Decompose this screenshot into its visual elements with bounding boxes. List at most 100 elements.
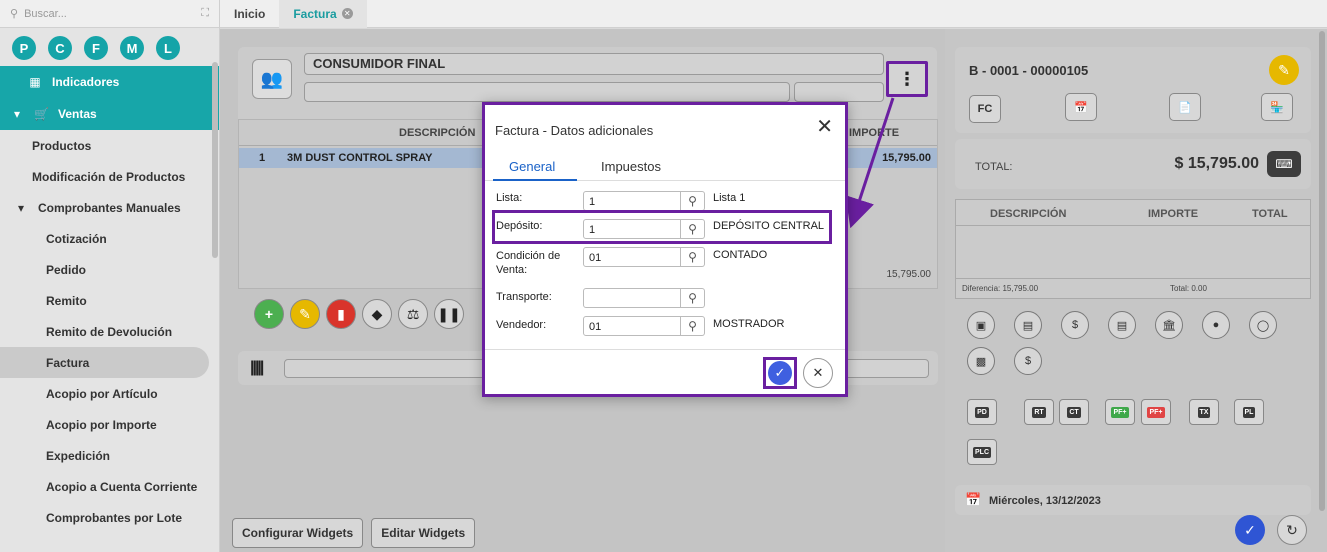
right-scrollbar[interactable] [1319,31,1325,511]
sidebar-item-label: Cotización [46,231,107,246]
close-tab-icon[interactable]: ✕ [341,8,353,19]
deposito-search-button[interactable]: ⚲ [681,219,705,239]
refresh-button[interactable]: ↻ [1277,515,1307,545]
document-button[interactable]: 📄 [1169,93,1201,121]
doc-pd-button[interactable]: PD [967,399,997,425]
doc-plc-button[interactable]: PLC [967,439,997,465]
customer-extra-field[interactable] [794,82,884,102]
sidebar-item-comprobantes-lote[interactable]: Comprobantes por Lote [0,502,219,533]
doc-pf-green-button[interactable]: PF+ [1105,399,1135,425]
vendedor-search-button[interactable]: ⚲ [681,316,705,336]
pay-coins-button[interactable]: ● [1202,311,1230,339]
condicion-venta-description: CONTADO [713,249,768,261]
more-vertical-icon: ⋮ [898,68,916,89]
sidebar-search[interactable]: ⚲ Buscar... ⛶ [0,0,219,28]
pay-cash-button[interactable]: ▣ [967,311,995,339]
tab-inicio[interactable]: Inicio [220,0,279,28]
active-tab-indicator [493,179,577,181]
accept-button[interactable]: ✓ [763,357,797,389]
invoice-date: 📅 Miércoles, 13/12/2023 [955,485,1311,515]
shortcut-p[interactable]: P [12,36,36,60]
tag-button[interactable]: ◆ [362,299,392,329]
cart-icon: 🛒 [34,107,49,121]
condicion-venta-search-button[interactable]: ⚲ [681,247,705,267]
pay-bank-button[interactable]: 🏛 [1155,311,1183,339]
doc-ct-button[interactable]: CT [1059,399,1089,425]
invoice-type-button[interactable]: FC [969,95,1001,123]
sidebar-item-remito[interactable]: Remito [0,285,219,316]
tab-impuestos[interactable]: Impuestos [601,159,661,174]
confirm-invoice-button[interactable]: ✓ [1235,515,1265,545]
trash-icon: ▮ [337,305,345,322]
sidebar-item-expedicion[interactable]: Expedición [0,440,219,471]
lista-description: Lista 1 [713,192,746,204]
search-input[interactable]: Buscar... [24,8,201,20]
sidebar-item-indicadores[interactable]: ▦ Indicadores [0,66,219,98]
doc-ct-icon: CT [1067,406,1081,418]
edit-widgets-button[interactable]: Editar Widgets [371,518,476,548]
doc-tx-button[interactable]: TX [1189,399,1219,425]
doc-pf-red-button[interactable]: PF+ [1141,399,1171,425]
doc-rt-button[interactable]: RT [1024,399,1054,425]
delete-item-button[interactable]: ▮ [326,299,356,329]
calendar-icon: 📅 [1074,101,1088,114]
item-actions: + ✎ ▮ ◆ ⚖ ❚❚ [254,299,464,329]
scale-button[interactable]: ⚖ [398,299,428,329]
doc-pl-button[interactable]: PL [1234,399,1264,425]
lista-input[interactable]: 1 [583,191,681,211]
expand-icon[interactable]: ⛶ [201,7,209,20]
pay-check-button[interactable]: ▤ [1108,311,1136,339]
check-icon: ✓ [768,361,792,385]
sidebar-scrollbar[interactable] [212,62,218,258]
tab-general[interactable]: General [509,159,555,174]
sidebar-item-acopio-articulo[interactable]: Acopio por Artículo [0,378,219,409]
sidebar-item-label: Modificación de Productos [32,169,186,184]
transporte-input[interactable] [583,288,681,308]
calendar-button[interactable]: 📅 [1065,93,1097,121]
sidebar-item-pedido[interactable]: Pedido [0,254,219,285]
edit-invoice-button[interactable]: ✎ [1269,55,1299,85]
grid-total: 15,795.00 [886,269,932,280]
pay-card-button[interactable]: ▤ [1014,311,1042,339]
sidebar-item-label: Acopio por Artículo [46,386,158,401]
more-options-button[interactable]: ⋮ [886,61,928,97]
sidebar-item-comprobantes-manuales[interactable]: ▾ Comprobantes Manuales [0,192,219,223]
sidebar-item-remito-devolucion[interactable]: Remito de Devolución [0,316,219,347]
configure-widgets-button[interactable]: Configurar Widgets [232,518,364,548]
lista-search-button[interactable]: ⚲ [681,191,705,211]
condicion-venta-input[interactable]: 01 [583,247,681,267]
row-amount: 15,795.00 [882,152,931,164]
store-button[interactable]: 🏪 [1261,93,1293,121]
edit-item-button[interactable]: ✎ [290,299,320,329]
sidebar-item-factura[interactable]: Factura [0,347,209,378]
shortcut-c[interactable]: C [48,36,72,60]
shortcut-m[interactable]: M [120,36,144,60]
barcode-button[interactable]: ❚❚ [434,299,464,329]
tab-factura[interactable]: Factura ✕ [279,0,367,28]
doc-pd-icon: PD [975,406,989,418]
close-icon[interactable]: ✕ [816,117,833,137]
pay-qr-button[interactable]: ▩ [967,347,995,375]
sidebar-item-productos[interactable]: Productos [0,130,219,161]
pay-wallet-button[interactable]: $ [1061,311,1089,339]
sidebar-item-cotizacion[interactable]: Cotización [0,223,219,254]
customer-search-button[interactable]: 👥 [252,59,292,99]
vendedor-input[interactable]: 01 [583,316,681,336]
sidebar-item-acopio-cuenta-corriente[interactable]: Acopio a Cuenta Corriente [0,471,219,502]
plus-icon: + [264,306,274,322]
sidebar-item-modificacion[interactable]: Modificación de Productos [0,161,219,192]
sidebar-item-ventas[interactable]: ▾ 🛒 Ventas [0,98,219,130]
customer-detail-field[interactable] [304,82,790,102]
shortcut-l[interactable]: L [156,36,180,60]
pay-voucher-button[interactable]: $ [1014,347,1042,375]
cancel-button[interactable]: ✕ [803,358,833,388]
customer-name-field[interactable]: CONSUMIDOR FINAL [304,53,884,75]
add-item-button[interactable]: + [254,299,284,329]
shortcut-f[interactable]: F [84,36,108,60]
transporte-search-button[interactable]: ⚲ [681,288,705,308]
dialog-tabs: General Impuestos [485,151,845,181]
keyboard-button[interactable]: ⌨ [1267,151,1301,177]
sidebar-item-acopio-importe[interactable]: Acopio por Importe [0,409,219,440]
pay-other-button[interactable]: ◯ [1249,311,1277,339]
deposito-input[interactable]: 1 [583,219,681,239]
